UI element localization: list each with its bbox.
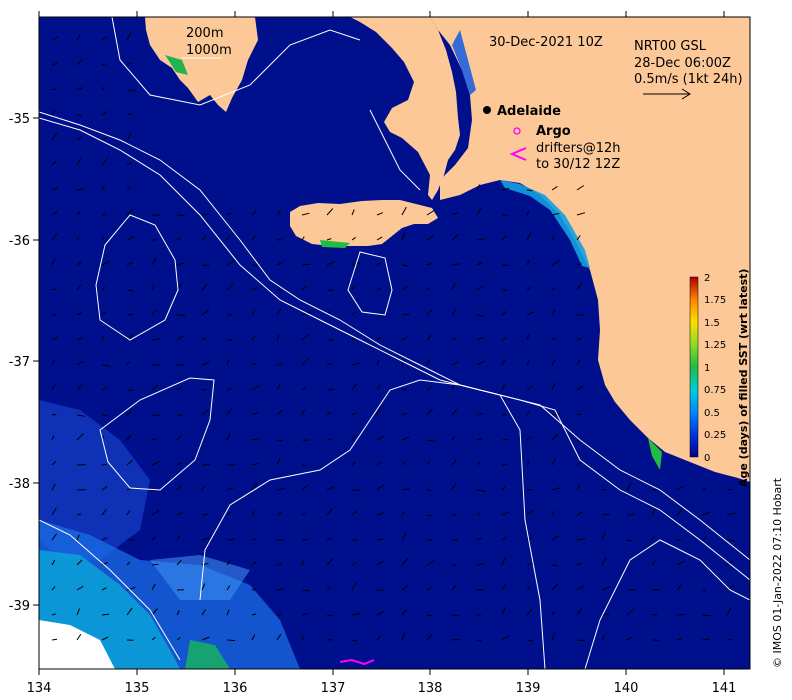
depth-legend-200m: 200m <box>186 26 223 41</box>
x-tick-label: 136 <box>223 681 248 696</box>
current-vector <box>201 264 210 266</box>
drifter-legend-label: drifters@12h <box>536 141 621 156</box>
x-tick-label: 135 <box>125 681 150 696</box>
drifter-legend-sublabel: to 30/12 12Z <box>536 157 620 172</box>
current-vector <box>701 589 707 592</box>
current-vector <box>226 314 234 316</box>
current-vector <box>526 489 533 491</box>
x-tick-labels: 134 135 136 137 138 139 140 141 <box>27 681 737 696</box>
colorbar-tick-label: 0.25 <box>704 430 726 441</box>
current-vector <box>351 639 357 642</box>
colorbar-tick-label: 0.5 <box>704 408 720 419</box>
current-vector <box>576 639 585 642</box>
current-vector <box>101 414 108 416</box>
current-vector <box>426 489 432 492</box>
y-tick-labels: -35 -36 -37 -38 -39 <box>9 112 30 614</box>
colorbar-tick-label: 1.75 <box>704 295 726 306</box>
current-vector <box>601 513 610 516</box>
current-vector <box>501 439 508 441</box>
current-vector <box>201 464 210 466</box>
current-vector <box>201 388 208 391</box>
nrt-product-label: NRT00 GSL <box>634 39 707 54</box>
current-vector <box>476 639 482 642</box>
current-vector <box>51 413 57 416</box>
credit-label: © IMOS 01-Jan-2022 07:10 Hobart <box>771 477 784 668</box>
colorbar-tick-label: 2 <box>704 273 710 284</box>
nrt-date-label: 28-Dec 06:00Z <box>634 56 731 71</box>
sst-age-map: 134 135 136 137 138 139 140 141 -35 -36 … <box>9 11 784 696</box>
colorbar-label: Age (days) of filled SST (wrt latest) <box>737 269 750 487</box>
colorbar-tick-label: 0 <box>704 453 710 464</box>
y-tick-label: -35 <box>9 112 30 127</box>
current-vector <box>551 564 558 566</box>
current-vector <box>426 539 434 542</box>
colorbar-tick-label: 1.5 <box>704 318 720 329</box>
y-tick-label: -39 <box>9 599 30 614</box>
y-tick-label: -38 <box>9 477 30 492</box>
current-vector <box>101 463 108 466</box>
current-vector <box>626 513 635 516</box>
x-tick-label: 137 <box>321 681 346 696</box>
current-vector <box>351 489 360 491</box>
current-vector <box>401 313 410 316</box>
current-vector <box>76 114 82 117</box>
current-vector <box>451 639 459 641</box>
x-tick-label: 141 <box>712 681 737 696</box>
colorbar-tick-label: 1.25 <box>704 340 726 351</box>
y-tick-label: -36 <box>9 234 30 249</box>
adelaide-marker <box>483 106 491 114</box>
depth-legend-1000m: 1000m <box>186 43 232 58</box>
current-vector <box>151 414 160 416</box>
argo-legend-label: Argo <box>536 124 571 139</box>
current-vector <box>676 614 685 616</box>
current-vector <box>401 388 407 391</box>
colorbar-scale <box>689 276 699 458</box>
y-axis <box>33 117 39 606</box>
current-vector <box>426 514 432 517</box>
current-vector <box>226 639 236 642</box>
colorbar-tick-label: 0.75 <box>704 385 726 396</box>
colorbar-tick-label: 1 <box>704 363 710 374</box>
date-label: 30-Dec-2021 10Z <box>489 35 603 50</box>
city-label-adelaide: Adelaide <box>497 104 561 119</box>
current-vector <box>301 539 309 541</box>
current-vector <box>651 588 660 591</box>
current-vector <box>101 213 107 216</box>
velocity-scale-label: 0.5m/s (1kt 24h) <box>634 72 743 87</box>
x-tick-label: 138 <box>418 681 443 696</box>
y-tick-label: -37 <box>9 355 30 370</box>
plot-area <box>39 17 750 669</box>
x-tick-label: 140 <box>614 681 639 696</box>
x-tick-label: 134 <box>27 681 52 696</box>
x-tick-label: 139 <box>516 681 541 696</box>
current-vector <box>276 439 283 442</box>
